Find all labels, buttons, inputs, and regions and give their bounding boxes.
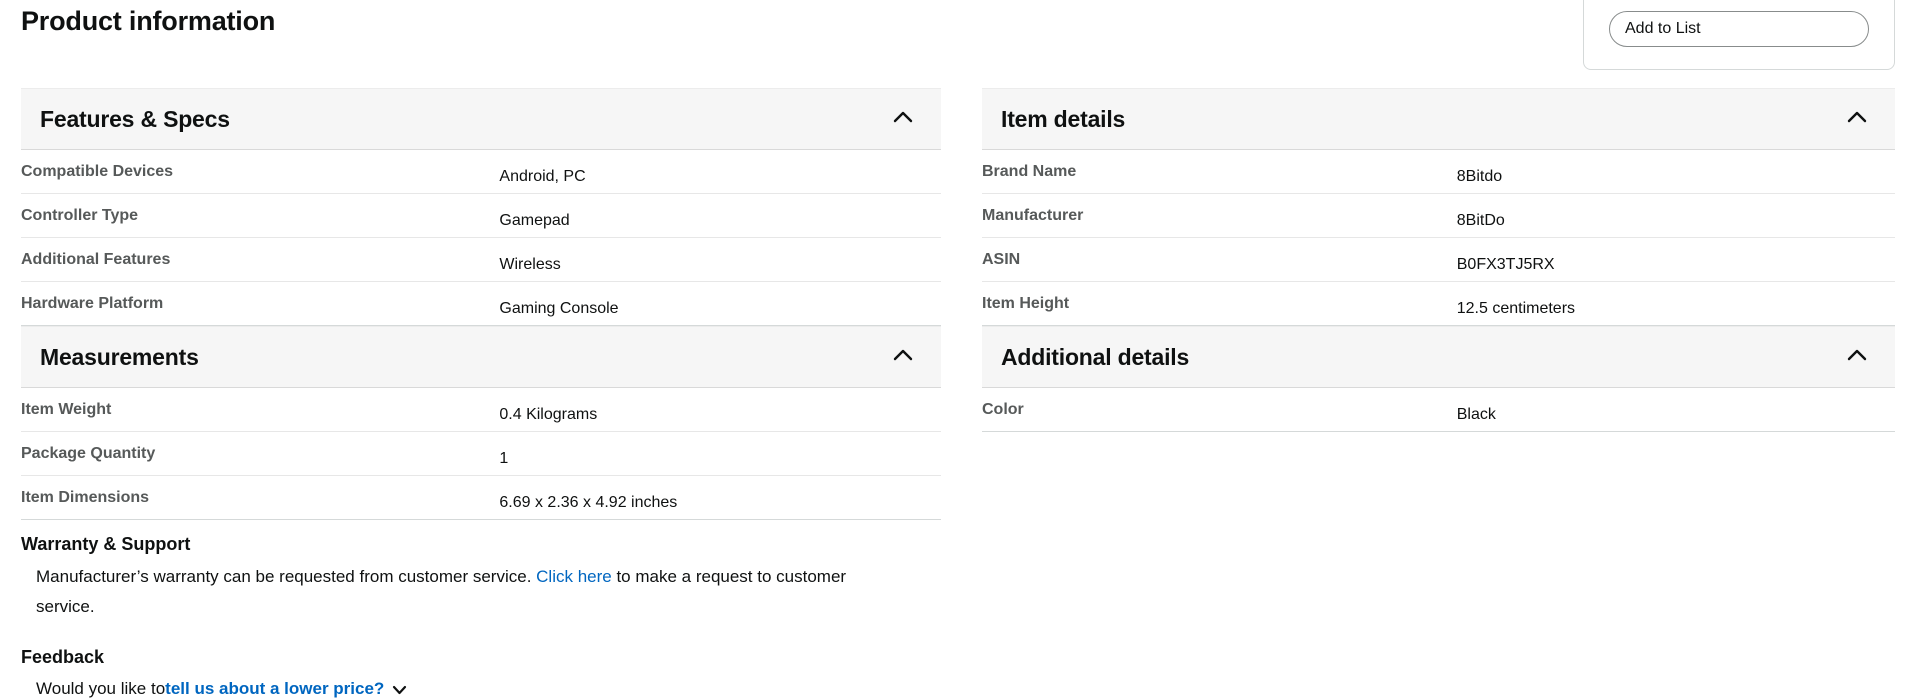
table-row: Item Weight 0.4 Kilograms xyxy=(21,388,941,432)
section-header-measurements[interactable]: Measurements xyxy=(21,326,941,388)
spec-label: Item Weight xyxy=(21,388,499,431)
spec-value: 6.69 x 2.36 x 4.92 inches xyxy=(499,476,941,519)
section-title: Features & Specs xyxy=(40,106,230,133)
feedback-prompt: Would you like to xyxy=(36,679,165,699)
spec-label: Brand Name xyxy=(982,150,1457,193)
click-here-link[interactable]: Click here xyxy=(536,567,612,586)
spec-value: Black xyxy=(1457,388,1895,431)
section-header-item-details[interactable]: Item details xyxy=(982,88,1895,150)
section-header-additional-details[interactable]: Additional details xyxy=(982,326,1895,388)
spec-label: Item Height xyxy=(982,282,1457,325)
lower-price-link[interactable]: tell us about a lower price? xyxy=(165,679,384,699)
spec-value: 8Bitdo xyxy=(1457,150,1895,193)
spec-value: 1 xyxy=(499,432,941,475)
spec-value: Gamepad xyxy=(499,194,941,237)
warranty-heading: Warranty & Support xyxy=(21,534,941,555)
table-row: ASIN B0FX3TJ5RX xyxy=(982,238,1895,282)
product-info-left-column: Features & Specs Compatible Devices Andr… xyxy=(21,88,941,700)
section-title: Additional details xyxy=(1001,344,1189,371)
section-header-features-specs[interactable]: Features & Specs xyxy=(21,88,941,150)
warranty-text: Manufacturer’s warranty can be requested… xyxy=(21,562,901,622)
chevron-up-icon[interactable] xyxy=(893,110,913,128)
spec-label: Color xyxy=(982,388,1457,431)
chevron-up-icon[interactable] xyxy=(1847,110,1867,128)
spec-label: Package Quantity xyxy=(21,432,499,475)
spec-value: 0.4 Kilograms xyxy=(499,388,941,431)
spec-value: Android, PC xyxy=(499,150,941,193)
spec-label: Item Dimensions xyxy=(21,476,499,519)
spec-label: Additional Features xyxy=(21,238,499,281)
table-row: Hardware Platform Gaming Console xyxy=(21,282,941,326)
feedback-heading: Feedback xyxy=(21,647,941,668)
spec-value: 12.5 centimeters xyxy=(1457,282,1895,325)
section-title: Measurements xyxy=(40,344,199,371)
spec-label: Compatible Devices xyxy=(21,150,499,193)
table-row: Controller Type Gamepad xyxy=(21,194,941,238)
add-to-list-button[interactable]: Add to List xyxy=(1609,11,1869,47)
table-row: Item Height 12.5 centimeters xyxy=(982,282,1895,326)
chevron-up-icon[interactable] xyxy=(1847,348,1867,366)
chevron-up-icon[interactable] xyxy=(893,348,913,366)
section-title: Item details xyxy=(1001,106,1125,133)
spec-label: Hardware Platform xyxy=(21,282,499,325)
spec-label: Manufacturer xyxy=(982,194,1457,237)
table-row: Package Quantity 1 xyxy=(21,432,941,476)
chevron-down-icon[interactable] xyxy=(392,680,407,700)
table-row: Brand Name 8Bitdo xyxy=(982,150,1895,194)
warranty-support-block: Warranty & Support Manufacturer’s warran… xyxy=(21,534,941,622)
table-row: Additional Features Wireless xyxy=(21,238,941,282)
spec-label: ASIN xyxy=(982,238,1457,281)
page-title: Product information xyxy=(21,6,275,37)
feedback-block: Feedback Would you like to tell us about… xyxy=(21,647,941,700)
spec-value: 8BitDo xyxy=(1457,194,1895,237)
spec-label: Controller Type xyxy=(21,194,499,237)
table-row: Item Dimensions 6.69 x 2.36 x 4.92 inche… xyxy=(21,476,941,520)
spec-value: Gaming Console xyxy=(499,282,941,325)
spec-value: B0FX3TJ5RX xyxy=(1457,238,1895,281)
table-row: Color Black xyxy=(982,388,1895,432)
feedback-line: Would you like to tell us about a lower … xyxy=(21,678,941,700)
spec-value: Wireless xyxy=(499,238,941,281)
table-row: Manufacturer 8BitDo xyxy=(982,194,1895,238)
warranty-text-before: Manufacturer’s warranty can be requested… xyxy=(36,567,536,586)
product-info-right-column: Item details Brand Name 8Bitdo Manufactu… xyxy=(982,88,1895,432)
table-row: Compatible Devices Android, PC xyxy=(21,150,941,194)
buybox-card: Add to List xyxy=(1583,0,1895,70)
